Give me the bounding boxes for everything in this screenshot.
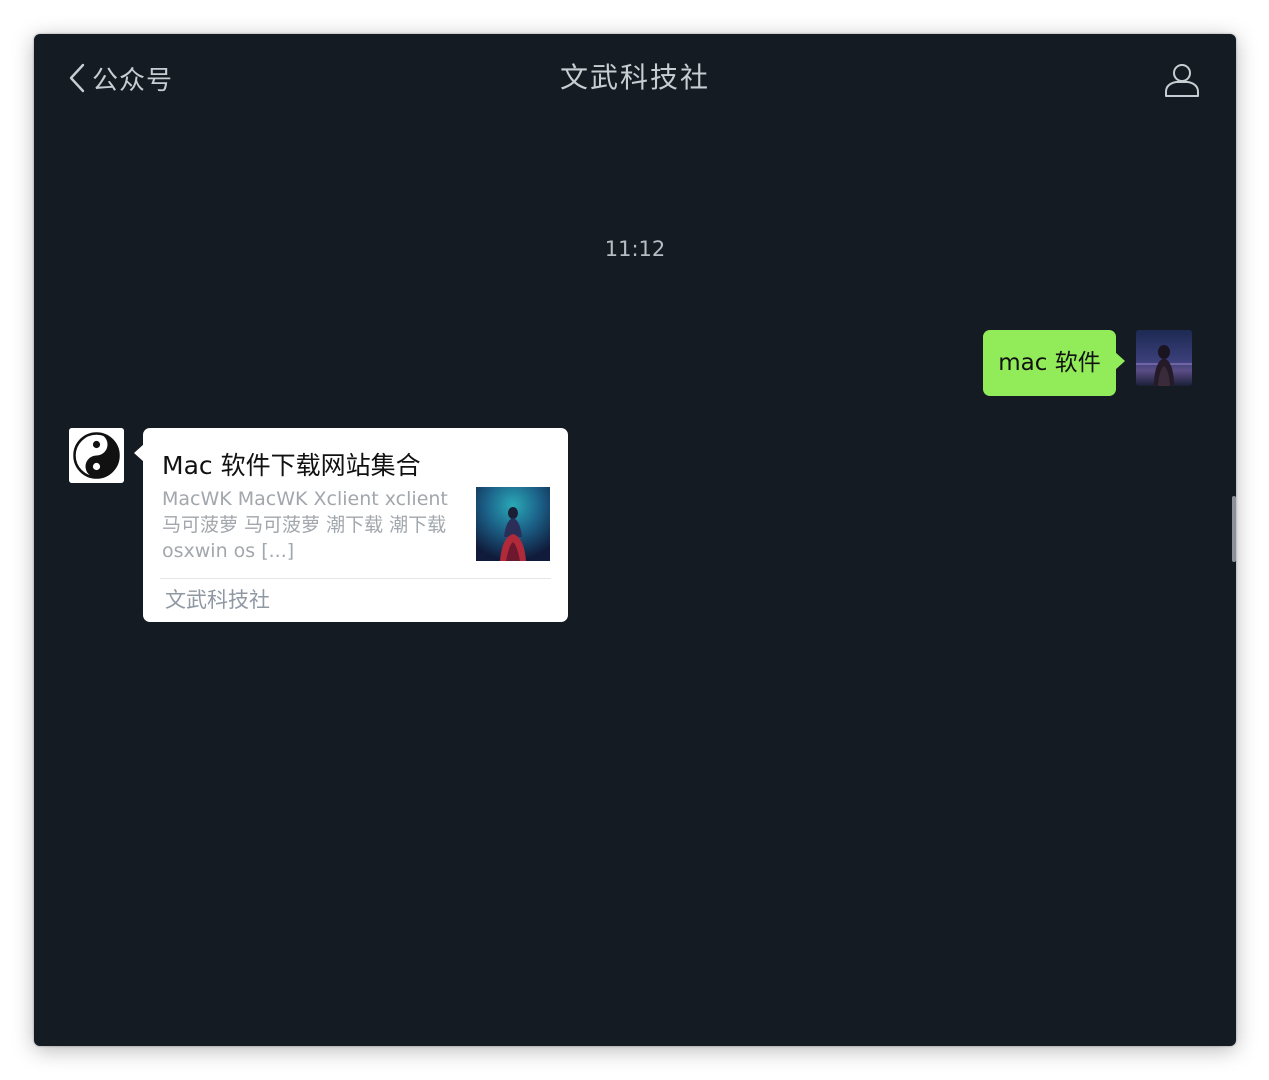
- page-title: 文武科技社: [559, 61, 710, 94]
- scrollbar[interactable]: [1232, 496, 1236, 562]
- article-source: 文武科技社: [165, 588, 270, 612]
- article-card[interactable]: Mac 软件下载网站集合 MacWK MacWK Xclient xclient…: [134, 428, 568, 622]
- message-timestamp: 11:12: [604, 237, 666, 261]
- person-outline-icon: [1162, 64, 1202, 103]
- my-avatar[interactable]: [1136, 330, 1192, 386]
- article-description: MacWK MacWK Xclient xclient 马可菠萝 马可菠萝 潮下…: [162, 488, 448, 562]
- card-divider: [160, 578, 551, 579]
- article-thumbnail: [476, 487, 550, 561]
- article-title: Mac 软件下载网站集合: [162, 451, 421, 480]
- profile-button[interactable]: [1162, 59, 1202, 99]
- sent-message-bubble[interactable]: mac 软件: [983, 330, 1125, 396]
- public-account-avatar[interactable]: [69, 428, 124, 483]
- yin-yang-icon: [69, 428, 124, 483]
- chat-window: 公众号 文武科技社 11:12 mac 软件 Mac 软件下载网站集合 MacW…: [34, 34, 1236, 1046]
